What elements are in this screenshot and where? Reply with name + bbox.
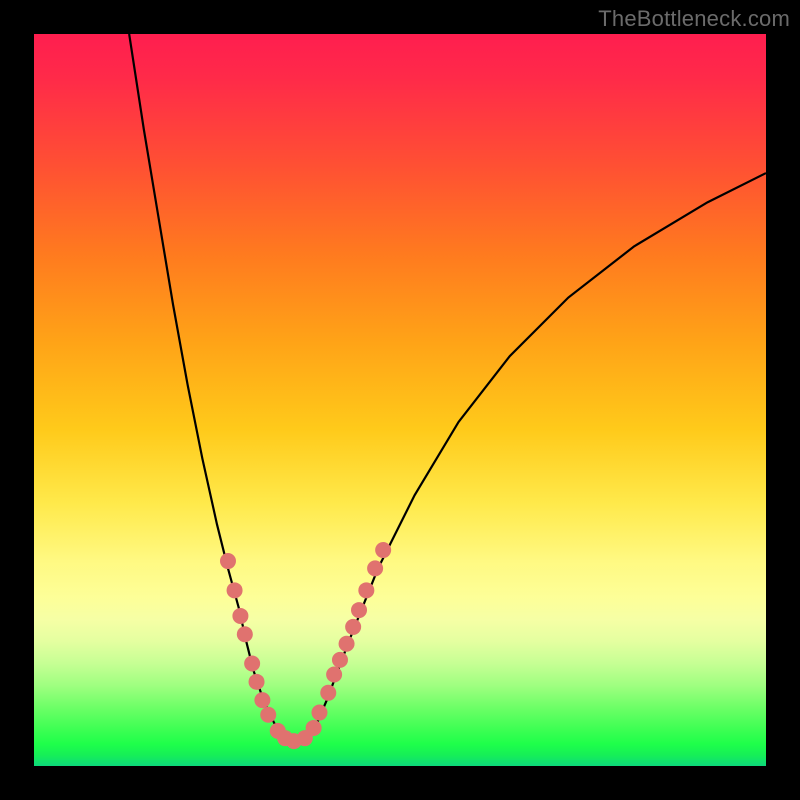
data-marker bbox=[326, 667, 342, 683]
data-marker bbox=[254, 692, 270, 708]
chart-frame: TheBottleneck.com bbox=[0, 0, 800, 800]
data-marker bbox=[232, 608, 248, 624]
data-marker bbox=[332, 652, 348, 668]
data-marker bbox=[351, 602, 367, 618]
bottleneck-curve bbox=[129, 34, 766, 742]
data-marker bbox=[260, 707, 276, 723]
data-marker bbox=[227, 582, 243, 598]
data-marker bbox=[311, 705, 327, 721]
data-marker bbox=[345, 619, 361, 635]
chart-svg bbox=[34, 34, 766, 766]
data-marker bbox=[244, 656, 260, 672]
plot-area bbox=[34, 34, 766, 766]
data-marker bbox=[220, 553, 236, 569]
data-marker bbox=[375, 542, 391, 558]
data-marker bbox=[306, 720, 322, 736]
watermark-text: TheBottleneck.com bbox=[598, 6, 790, 32]
data-marker bbox=[367, 560, 383, 576]
marker-group bbox=[220, 542, 391, 749]
data-marker bbox=[358, 582, 374, 598]
data-marker bbox=[339, 636, 355, 652]
data-marker bbox=[249, 674, 265, 690]
data-marker bbox=[237, 626, 253, 642]
data-marker bbox=[320, 685, 336, 701]
